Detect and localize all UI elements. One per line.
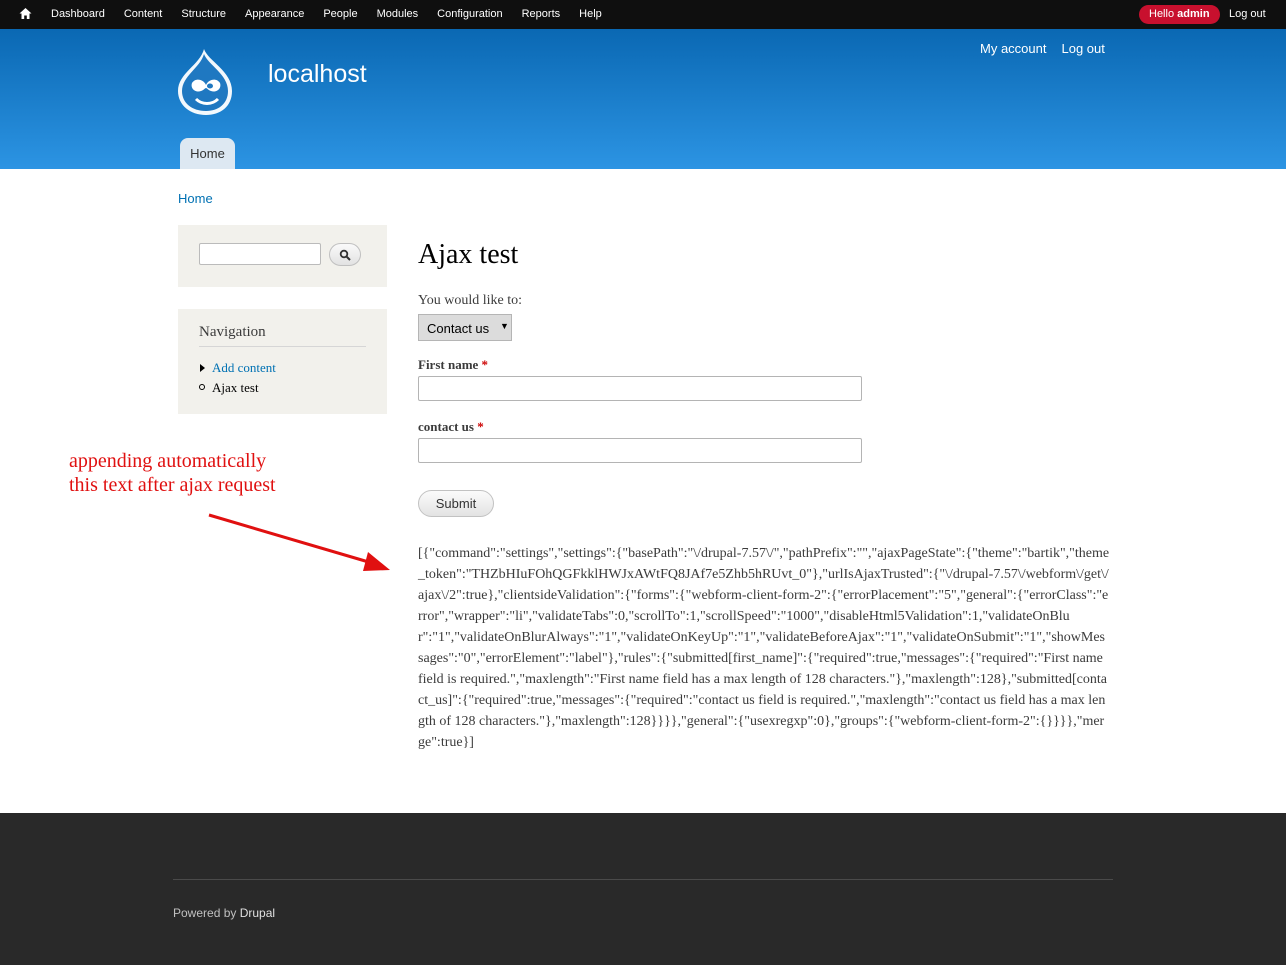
navigation-divider	[199, 346, 366, 347]
logout-link[interactable]: Log out	[1061, 41, 1104, 56]
powered-by-text: Powered by	[173, 906, 237, 920]
admin-toolbar: Dashboard Content Structure Appearance P…	[0, 0, 1286, 29]
navigation-title: Navigation	[199, 324, 266, 340]
drupal-logo-icon[interactable]	[174, 47, 238, 117]
toolbar-item-people[interactable]: People	[323, 8, 357, 20]
ajax-response-text: [{"command":"settings","settings":{"base…	[418, 546, 1110, 750]
collapsed-triangle-icon	[200, 364, 205, 372]
toolbar-item-reports[interactable]: Reports	[522, 8, 561, 20]
submit-button[interactable]: Submit	[418, 490, 494, 517]
hello-user-badge[interactable]: Hello admin	[1139, 5, 1220, 24]
drupal-link[interactable]: Drupal	[240, 906, 275, 920]
my-account-link[interactable]: My account	[980, 41, 1046, 56]
annotation-line-1: appending automatically	[69, 450, 267, 472]
toolbar-item-configuration[interactable]: Configuration	[437, 8, 502, 20]
breadcrumb-home[interactable]: Home	[178, 191, 213, 206]
search-button[interactable]	[329, 243, 361, 266]
annotation-text: appending automatically this text after …	[69, 449, 276, 497]
dropdown-caret-icon: ▼	[500, 321, 509, 331]
footer-divider	[173, 879, 1113, 880]
required-mark: *	[477, 419, 484, 434]
toolbar-item-help[interactable]: Help	[579, 8, 602, 20]
page-title: Ajax test	[418, 239, 519, 270]
site-name[interactable]: localhost	[268, 60, 367, 89]
leaf-bullet-icon	[199, 384, 205, 390]
powered-by: Powered by Drupal	[173, 906, 275, 920]
contact-us-label-text: contact us	[418, 419, 474, 434]
search-icon	[339, 249, 351, 261]
choice-select-value: Contact us	[427, 321, 490, 336]
navigation-block: Navigation Add content Ajax test	[178, 309, 387, 414]
toolbar-item-structure[interactable]: Structure	[181, 8, 226, 20]
main-menu-tab-home[interactable]: Home	[180, 138, 235, 169]
nav-item-ajax-test[interactable]: Ajax test	[212, 380, 259, 396]
toolbar-item-content[interactable]: Content	[124, 8, 163, 20]
nav-item-add-content[interactable]: Add content	[212, 360, 276, 376]
hello-username: admin	[1177, 8, 1210, 20]
toolbar-item-dashboard[interactable]: Dashboard	[51, 8, 105, 20]
choice-select[interactable]: Contact us ▼	[418, 314, 512, 341]
annotation-arrow-icon	[208, 513, 390, 571]
toolbar-item-appearance[interactable]: Appearance	[245, 8, 304, 20]
required-mark: *	[481, 357, 489, 372]
toolbar-menu: Dashboard Content Structure Appearance P…	[51, 8, 621, 20]
site-header: localhost My account Log out Home	[0, 29, 1286, 169]
choice-label: You would like to:	[418, 293, 522, 308]
secondary-menu: My account Log out	[980, 41, 1120, 56]
first-name-field[interactable]	[418, 376, 862, 401]
search-block	[178, 225, 387, 287]
search-input[interactable]	[199, 243, 321, 265]
hello-prefix: Hello	[1149, 8, 1175, 20]
contact-us-field[interactable]	[418, 438, 862, 463]
contact-us-label: contact us *	[418, 419, 484, 435]
first-name-label: First name *	[418, 357, 488, 373]
home-icon[interactable]	[19, 7, 32, 20]
first-name-label-text: First name	[418, 357, 479, 372]
toolbar-item-modules[interactable]: Modules	[377, 8, 419, 20]
annotation-line-2: this text after ajax request	[69, 474, 276, 496]
site-footer: Powered by Drupal	[0, 813, 1286, 965]
toolbar-logout-link[interactable]: Log out	[1229, 8, 1266, 20]
